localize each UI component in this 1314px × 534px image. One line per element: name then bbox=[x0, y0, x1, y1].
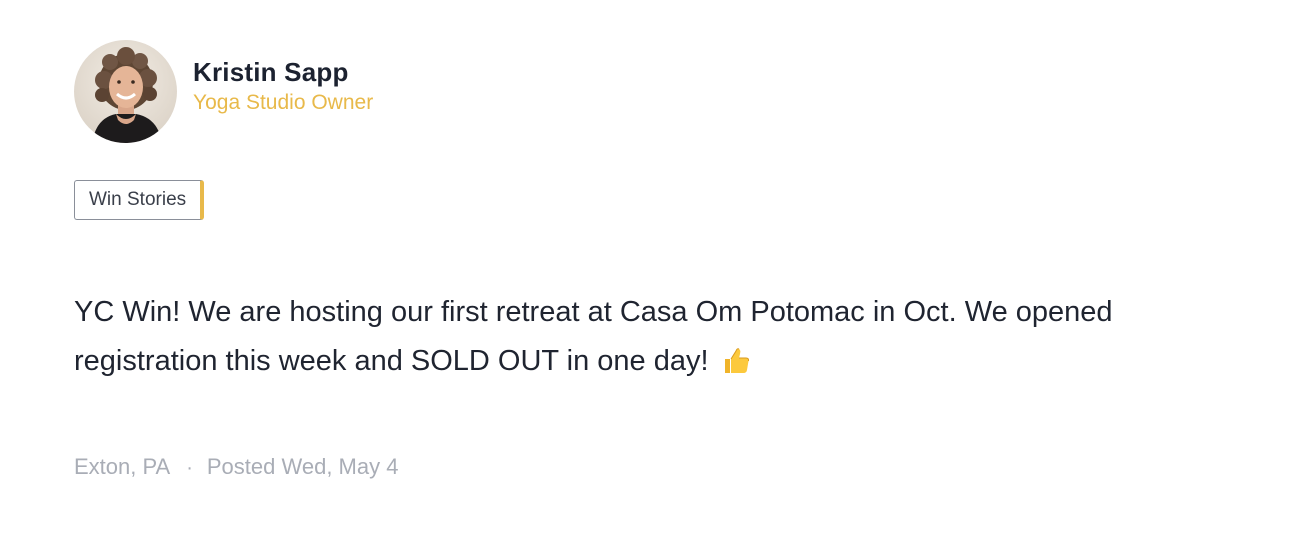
post-message: YC Win! We are hosting our first retreat… bbox=[74, 288, 1214, 392]
post-meta: Exton, PA · Posted Wed, May 4 bbox=[74, 452, 398, 483]
author-header: Kristin Sapp Yoga Studio Owner bbox=[74, 40, 1254, 143]
author-info: Kristin Sapp Yoga Studio Owner bbox=[193, 56, 373, 116]
post-date: Posted Wed, May 4 bbox=[206, 454, 399, 479]
author-role: Yoga Studio Owner bbox=[193, 90, 374, 114]
thumbs-up-icon bbox=[721, 343, 751, 392]
avatar-photo bbox=[74, 40, 177, 143]
post-message-text: YC Win! We are hosting our first retreat… bbox=[74, 296, 1113, 377]
author-name: Kristin Sapp bbox=[193, 56, 349, 87]
meta-separator: · bbox=[186, 457, 193, 479]
category-tag[interactable]: Win Stories bbox=[74, 180, 205, 220]
avatar bbox=[74, 40, 177, 143]
testimonial-card: Kristin Sapp Yoga Studio Owner Win Stori… bbox=[74, 40, 1254, 479]
post-location: Exton, PA bbox=[74, 454, 171, 479]
